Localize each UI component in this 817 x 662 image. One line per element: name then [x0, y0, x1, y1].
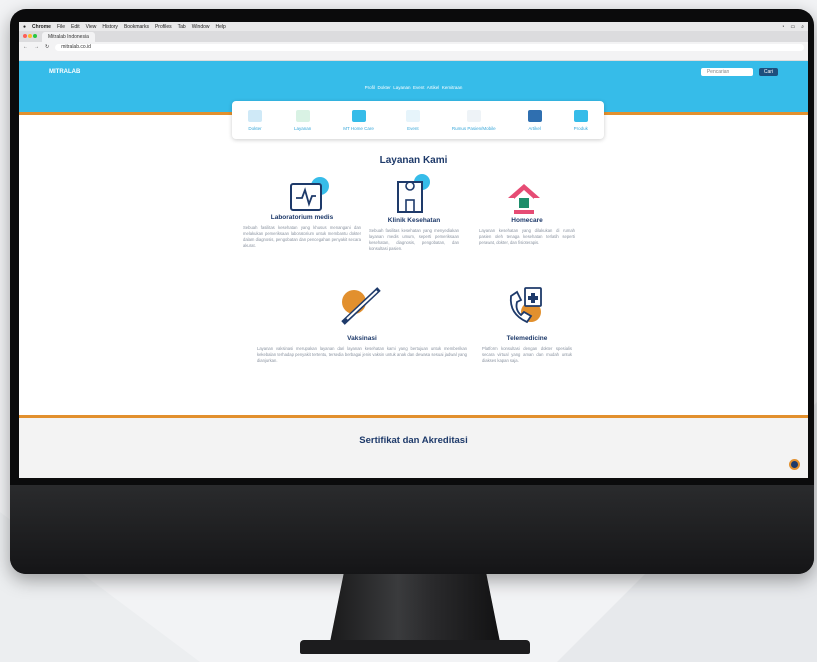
- clinic-icon: [397, 174, 430, 213]
- bookmarks-bar: [19, 52, 808, 61]
- nav-rumus-pasien[interactable]: Rumus Pasien/Mobile: [451, 109, 496, 131]
- service-vaksinasi[interactable]: Vaksinasi Layanan vaksinasi merupakan la…: [257, 335, 467, 364]
- monitor-stand-neck: [330, 574, 500, 642]
- nav-produk[interactable]: Produk: [573, 109, 588, 131]
- menu-edit[interactable]: Edit: [71, 24, 80, 30]
- maximize-icon[interactable]: [33, 33, 37, 38]
- service-homecare[interactable]: Homecare Layanan kesehatan yang dilakuka…: [479, 217, 575, 246]
- nav-label: MT Home Care: [343, 125, 374, 131]
- service-telemedicine[interactable]: Telemedicine Platform konsultasi dengan …: [482, 335, 572, 364]
- event-icon: [405, 109, 420, 122]
- syringe-icon: [341, 287, 381, 325]
- menu-history[interactable]: History: [102, 24, 118, 30]
- nav-layanan[interactable]: Layanan: [293, 109, 312, 131]
- chat-icon[interactable]: [789, 459, 800, 470]
- monitor-stand-foot: [300, 640, 530, 654]
- product-icon: [573, 109, 588, 122]
- screen: ● Chrome File Edit View History Bookmark…: [19, 22, 808, 478]
- quick-nav-card: Dokter Layanan MT Home Care Event Rumus …: [232, 101, 604, 139]
- doctor-icon: [247, 109, 262, 122]
- telemedicine-icon: [509, 287, 542, 324]
- homecare-icon: [351, 109, 366, 122]
- nav-artikel[interactable]: Artikel: [527, 109, 542, 131]
- search-button[interactable]: Cari: [758, 68, 778, 76]
- service-klinik[interactable]: Klinik Kesehatan Sebuah fasilitas keseha…: [369, 217, 459, 252]
- mobile-icon: [466, 109, 481, 122]
- sertifikat-section: [19, 415, 808, 478]
- subnav-dokter[interactable]: Dokter: [377, 85, 390, 90]
- apple-icon[interactable]: ●: [23, 24, 26, 30]
- sub-navigation: Profil Dokter Layanan Event Artikel Kemi…: [19, 83, 808, 93]
- nav-label: Dokter: [248, 125, 262, 131]
- mac-menu-bar: ● Chrome File Edit View History Bookmark…: [19, 22, 808, 31]
- menu-help[interactable]: Help: [216, 24, 226, 30]
- search-input[interactable]: Pencarian: [700, 68, 753, 76]
- nav-label: Layanan: [293, 125, 312, 131]
- service-title: Vaksinasi: [347, 335, 377, 342]
- url-field[interactable]: mitralab.co.id: [55, 43, 804, 51]
- laboratory-icon: [290, 177, 329, 211]
- service-desc: Layanan kesehatan yang dilakukan di ruma…: [479, 228, 575, 245]
- monitor-chin: [10, 485, 814, 574]
- subnav-layanan[interactable]: Layanan: [393, 85, 410, 90]
- service-desc: Sebuah fasilitas kesehatan yang khusus m…: [243, 225, 361, 248]
- close-icon[interactable]: [23, 33, 27, 38]
- menu-file[interactable]: File: [57, 24, 65, 30]
- nav-dokter[interactable]: Dokter: [247, 109, 262, 131]
- service-desc: Layanan vaksinasi merupakan layanan dari…: [257, 346, 467, 363]
- nav-label: Event: [407, 125, 419, 131]
- nav-label: Rumus Pasien/Mobile: [451, 125, 496, 131]
- back-icon[interactable]: ←: [23, 44, 28, 50]
- menu-profiles[interactable]: Profiles: [155, 24, 172, 30]
- nav-event[interactable]: Event: [405, 109, 420, 131]
- subnav-event[interactable]: Event: [413, 85, 425, 90]
- nav-homecare[interactable]: MT Home Care: [343, 109, 374, 131]
- forward-icon[interactable]: →: [34, 44, 39, 50]
- site-logo[interactable]: MITRALAB: [49, 69, 80, 75]
- sertifikat-title: Sertifikat dan Akreditasi: [359, 435, 468, 446]
- window-controls: [23, 33, 38, 40]
- address-bar-row: ← → ↻ mitralab.co.id: [19, 42, 808, 52]
- reload-icon[interactable]: ↻: [45, 44, 49, 50]
- article-icon: [527, 109, 542, 122]
- subnav-artikel[interactable]: Artikel: [427, 85, 440, 90]
- service-icon: [295, 109, 310, 122]
- menu-view[interactable]: View: [86, 24, 97, 30]
- service-laboratorium[interactable]: Laboratorium medis Sebuah fasilitas kese…: [243, 214, 361, 249]
- browser-tab[interactable]: Mitralab Indonesia: [42, 31, 95, 42]
- menu-window[interactable]: Window: [192, 24, 210, 30]
- layanan-title: Layanan Kami: [379, 155, 448, 166]
- service-title: Telemedicine: [506, 335, 548, 342]
- service-title: Laboratorium medis: [270, 214, 334, 221]
- app-name[interactable]: Chrome: [32, 24, 51, 30]
- battery-icon[interactable]: ▭: [790, 24, 795, 30]
- service-desc: Sebuah fasilitas kesehatan yang menyedia…: [369, 228, 459, 251]
- wifi-icon[interactable]: ◔: [781, 24, 784, 30]
- minimize-icon[interactable]: [28, 33, 32, 38]
- menu-bookmarks[interactable]: Bookmarks: [124, 24, 149, 30]
- service-desc: Platform konsultasi dengan dokter spesia…: [482, 346, 572, 363]
- browser-tab-bar: Mitralab Indonesia: [19, 31, 808, 42]
- nav-label: Artikel: [528, 125, 541, 131]
- subnav-kemitraan[interactable]: Kemitraan: [442, 85, 463, 90]
- service-title: Homecare: [511, 217, 543, 224]
- nav-label: Produk: [573, 125, 588, 131]
- site-topbar: MITRALAB Pencarian Cari: [19, 61, 808, 83]
- home-icon: [508, 184, 540, 214]
- subnav-profil[interactable]: Profil: [365, 85, 375, 90]
- status-icons: ◔ ▭ ⌕: [781, 24, 804, 30]
- search-icon[interactable]: ⌕: [801, 24, 804, 30]
- menu-tab[interactable]: Tab: [178, 24, 186, 30]
- service-title: Klinik Kesehatan: [387, 217, 441, 224]
